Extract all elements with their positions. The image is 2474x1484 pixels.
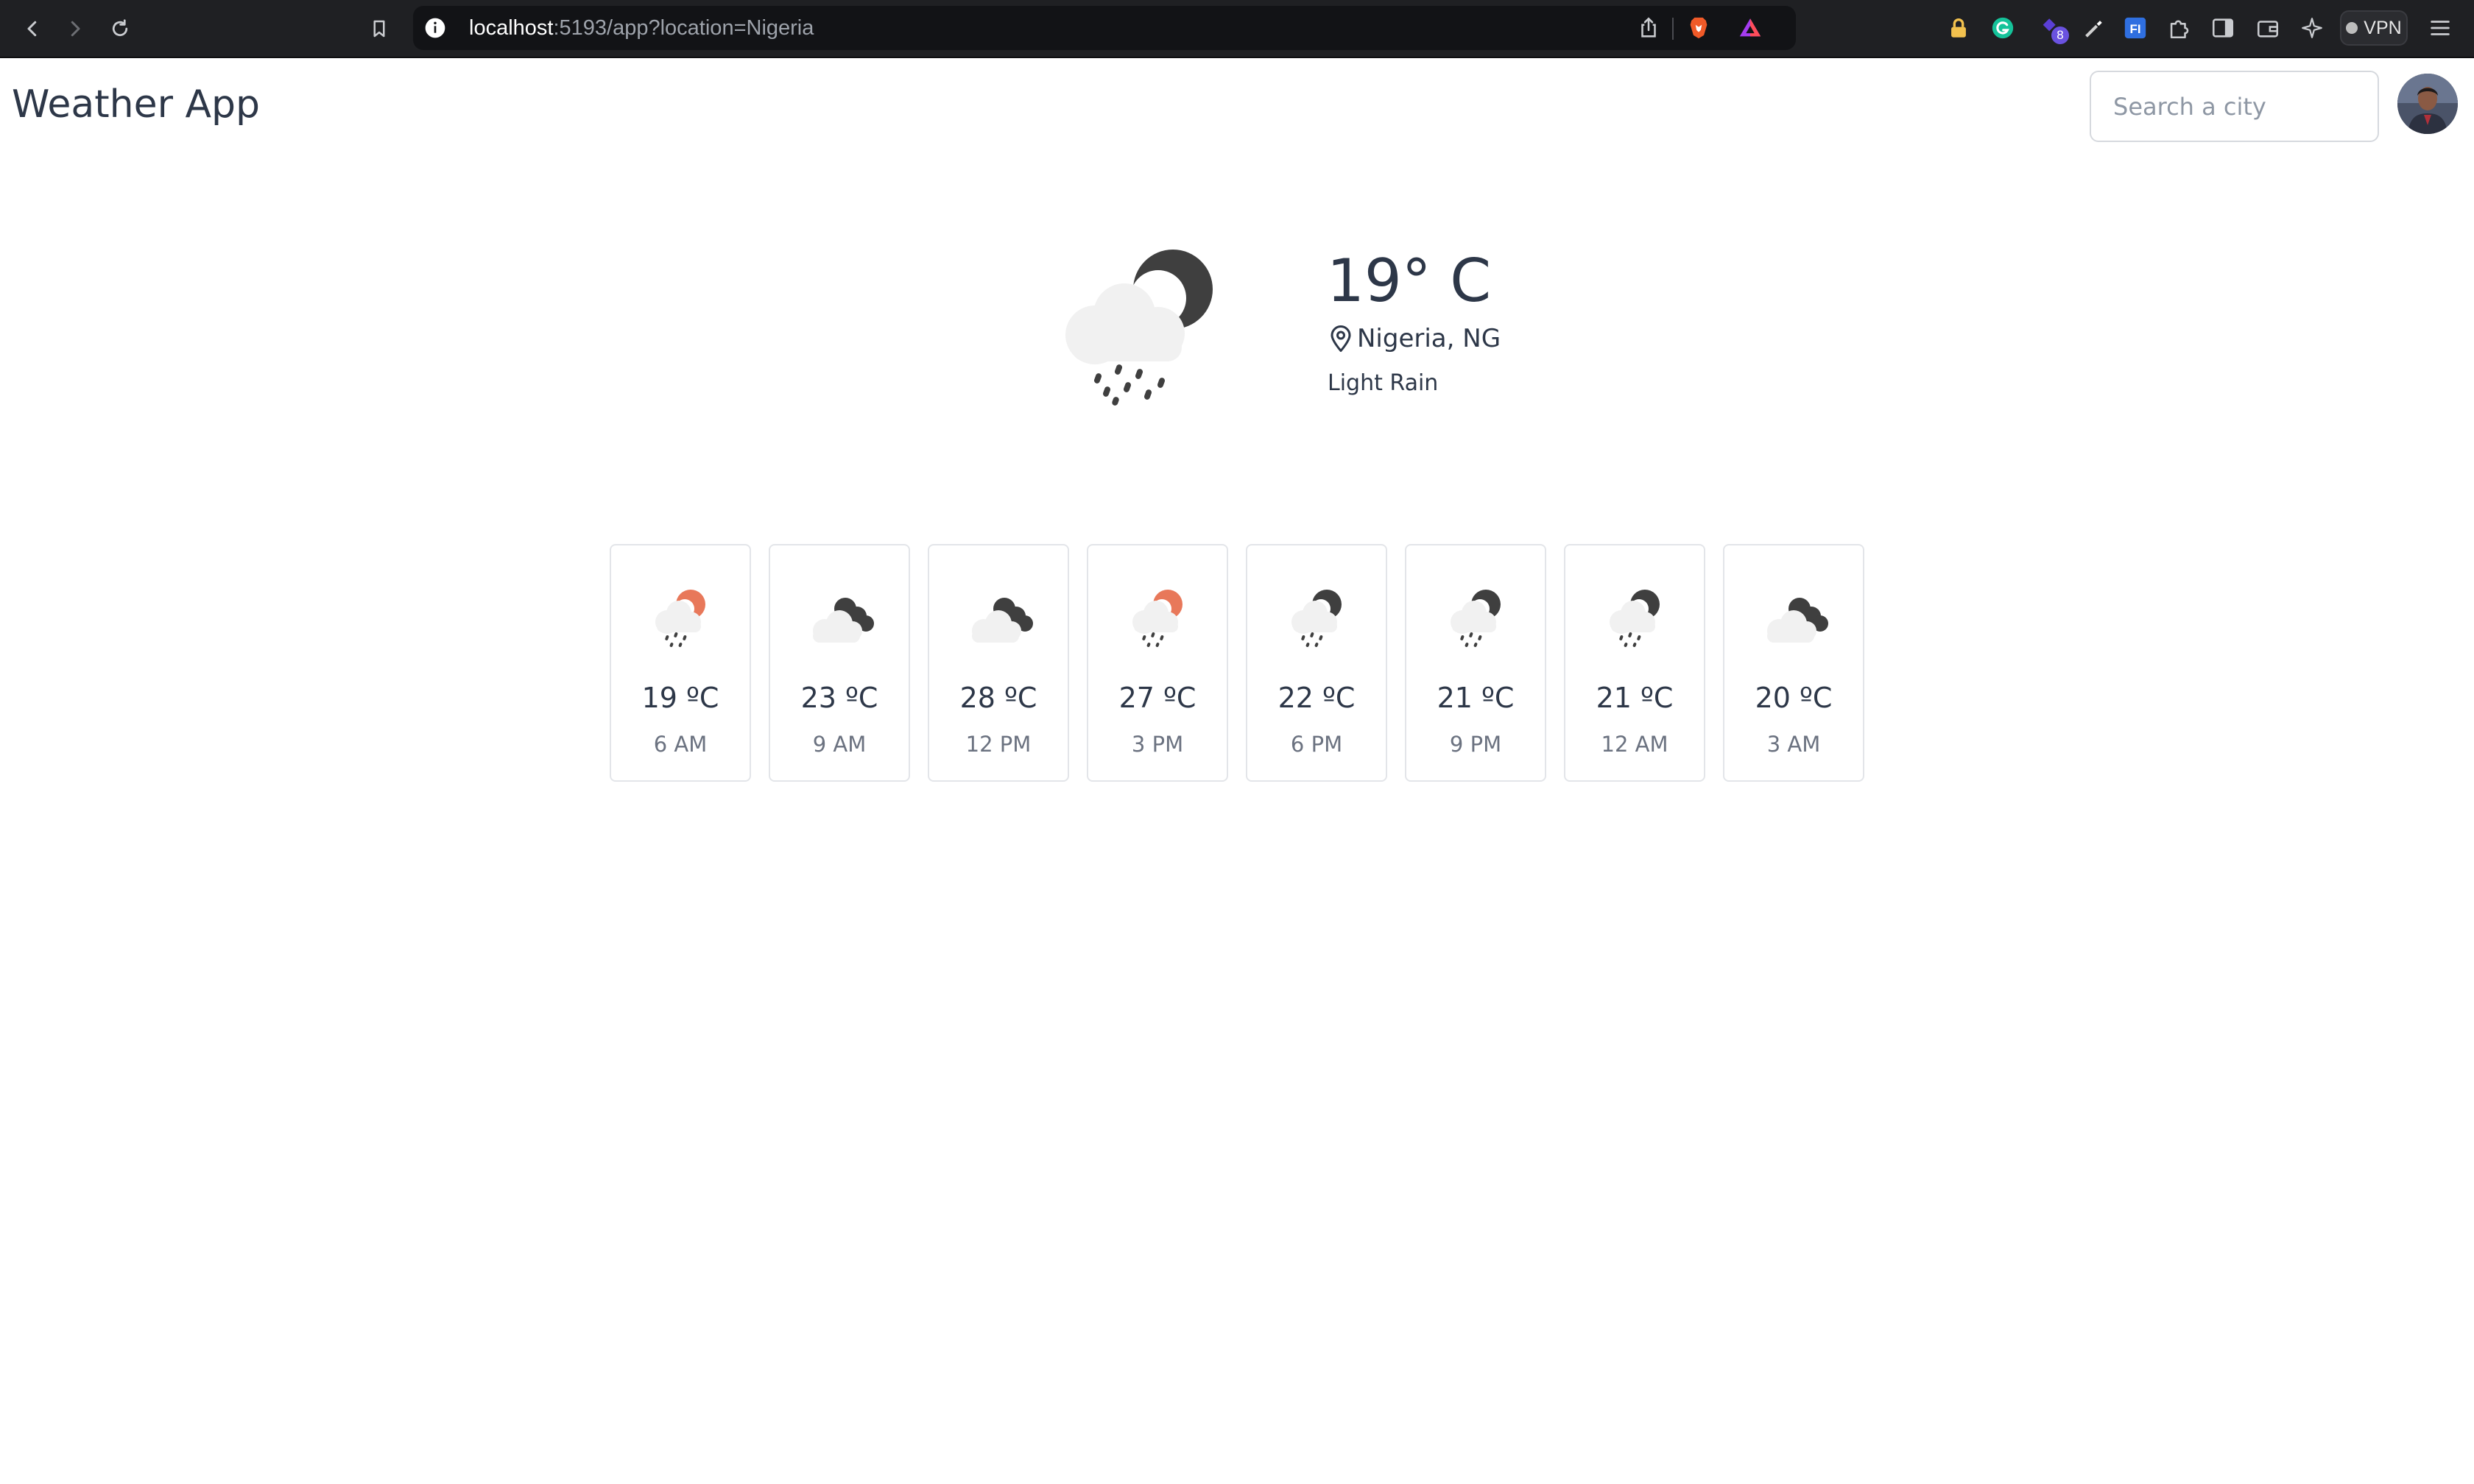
forecast-temperature: 28 ºC bbox=[959, 682, 1037, 714]
hamburger-menu-icon bbox=[2431, 21, 2450, 35]
user-avatar[interactable] bbox=[2397, 74, 2458, 134]
forecast-card: 19 ºC 6 AM bbox=[610, 544, 751, 782]
lock-icon bbox=[1951, 18, 1966, 38]
forecast-time: 6 PM bbox=[1290, 732, 1343, 757]
light-rain-day-icon bbox=[1122, 584, 1196, 650]
app-title: Weather App bbox=[12, 82, 261, 127]
extension-badge-button[interactable]: 8 bbox=[2034, 10, 2069, 46]
forecast-time: 9 PM bbox=[1449, 732, 1502, 757]
back-button[interactable] bbox=[14, 10, 51, 47]
chevron-right-icon bbox=[71, 21, 80, 37]
reload-icon bbox=[112, 19, 128, 37]
leo-ai-button[interactable] bbox=[2294, 10, 2330, 46]
forecast-time: 3 AM bbox=[1766, 732, 1821, 757]
sidebar-icon bbox=[2212, 18, 2234, 38]
share-button[interactable] bbox=[1631, 10, 1666, 46]
forecast-card: 22 ºC 6 PM bbox=[1246, 544, 1387, 782]
share-icon bbox=[1641, 17, 1656, 38]
forecast-temperature: 27 ºC bbox=[1118, 682, 1197, 714]
light-rain-night-icon bbox=[1440, 584, 1514, 650]
brave-shields-button[interactable] bbox=[1681, 10, 1716, 46]
svg-text:FI: FI bbox=[2129, 22, 2140, 36]
pen-icon bbox=[2085, 21, 2102, 38]
rewards-triangle-icon bbox=[1739, 18, 1761, 37]
vpn-status-icon bbox=[2346, 22, 2358, 34]
forecast-card: 28 ºC 12 PM bbox=[928, 544, 1069, 782]
current-temperature: 19° C bbox=[1327, 247, 1492, 315]
forecast-time: 6 AM bbox=[653, 732, 708, 757]
password-manager-button[interactable] bbox=[1941, 10, 1976, 46]
divider bbox=[1672, 18, 1674, 40]
forecast-card: 21 ºC 12 AM bbox=[1564, 544, 1705, 782]
url-host: localhost bbox=[469, 16, 554, 40]
location-name: Nigeria, NG bbox=[1357, 324, 1501, 353]
fi-logo-icon: FI bbox=[2124, 17, 2146, 39]
vpn-label: VPN bbox=[2364, 17, 2402, 38]
hourly-forecast: 19 ºC 6 AM 23 ºC 9 AM 28 ºC 12 PM 27 ºC … bbox=[610, 544, 1864, 782]
sparkle-icon bbox=[2302, 18, 2322, 38]
address-bar[interactable]: localhost:5193/app?location=Nigeria bbox=[413, 6, 1796, 50]
extension-count-badge: 8 bbox=[2051, 26, 2069, 44]
forecast-temperature: 21 ºC bbox=[1596, 682, 1674, 714]
forecast-card: 23 ºC 9 AM bbox=[769, 544, 910, 782]
forward-button[interactable] bbox=[57, 10, 94, 47]
light-rain-night-icon bbox=[1599, 584, 1673, 650]
map-pin-icon bbox=[1331, 325, 1351, 352]
forecast-card: 21 ºC 9 PM bbox=[1405, 544, 1546, 782]
brave-rewards-button[interactable] bbox=[1733, 10, 1768, 46]
reload-button[interactable] bbox=[102, 10, 138, 47]
bookmark-button[interactable] bbox=[361, 10, 398, 47]
forecast-time: 12 AM bbox=[1601, 732, 1668, 757]
forecast-temperature: 19 ºC bbox=[641, 682, 719, 714]
sidebar-button[interactable] bbox=[2205, 10, 2241, 46]
menu-button[interactable] bbox=[2422, 10, 2458, 46]
puzzle-icon bbox=[2170, 20, 2189, 39]
forecast-time: 12 PM bbox=[965, 732, 1032, 757]
overcast-clouds-icon bbox=[1758, 584, 1832, 650]
current-location: Nigeria, NG bbox=[1328, 324, 1501, 353]
forecast-temperature: 20 ºC bbox=[1755, 682, 1833, 714]
bookmark-icon bbox=[373, 20, 385, 38]
light-rain-day-icon bbox=[645, 584, 719, 650]
fi-extension-button[interactable]: FI bbox=[2118, 10, 2153, 46]
wallet-button[interactable] bbox=[2250, 10, 2286, 46]
forecast-time: 9 AM bbox=[812, 732, 867, 757]
pen-extension-button[interactable] bbox=[2075, 10, 2110, 46]
forecast-time: 3 PM bbox=[1131, 732, 1184, 757]
overcast-clouds-icon bbox=[963, 584, 1037, 650]
wallet-icon bbox=[2257, 21, 2279, 38]
forecast-card: 20 ºC 3 AM bbox=[1723, 544, 1864, 782]
overcast-clouds-icon bbox=[804, 584, 878, 650]
user-portrait-icon bbox=[2397, 74, 2458, 134]
forecast-temperature: 21 ºC bbox=[1437, 682, 1515, 714]
forecast-temperature: 22 ºC bbox=[1277, 682, 1356, 714]
vpn-button[interactable]: VPN bbox=[2340, 10, 2408, 46]
weather-condition: Light Rain bbox=[1328, 370, 1439, 396]
forecast-card: 27 ºC 3 PM bbox=[1087, 544, 1228, 782]
extensions-button[interactable] bbox=[2161, 10, 2196, 46]
city-search-input[interactable] bbox=[2090, 71, 2379, 142]
brave-lion-icon bbox=[1690, 17, 1708, 39]
forecast-temperature: 23 ºC bbox=[800, 682, 878, 714]
browser-toolbar: localhost:5193/app?location=Nigeria 8 FI bbox=[0, 0, 2474, 58]
grammarly-button[interactable] bbox=[1985, 10, 2020, 46]
site-info-icon[interactable] bbox=[423, 16, 447, 40]
grammarly-icon bbox=[1992, 17, 2014, 39]
light-rain-night-icon bbox=[1281, 584, 1355, 650]
url-path: :5193/app?location=Nigeria bbox=[553, 16, 814, 40]
light-rain-night-icon bbox=[1049, 247, 1226, 409]
url-text: localhost:5193/app?location=Nigeria bbox=[469, 16, 814, 40]
chevron-left-icon bbox=[27, 21, 37, 37]
